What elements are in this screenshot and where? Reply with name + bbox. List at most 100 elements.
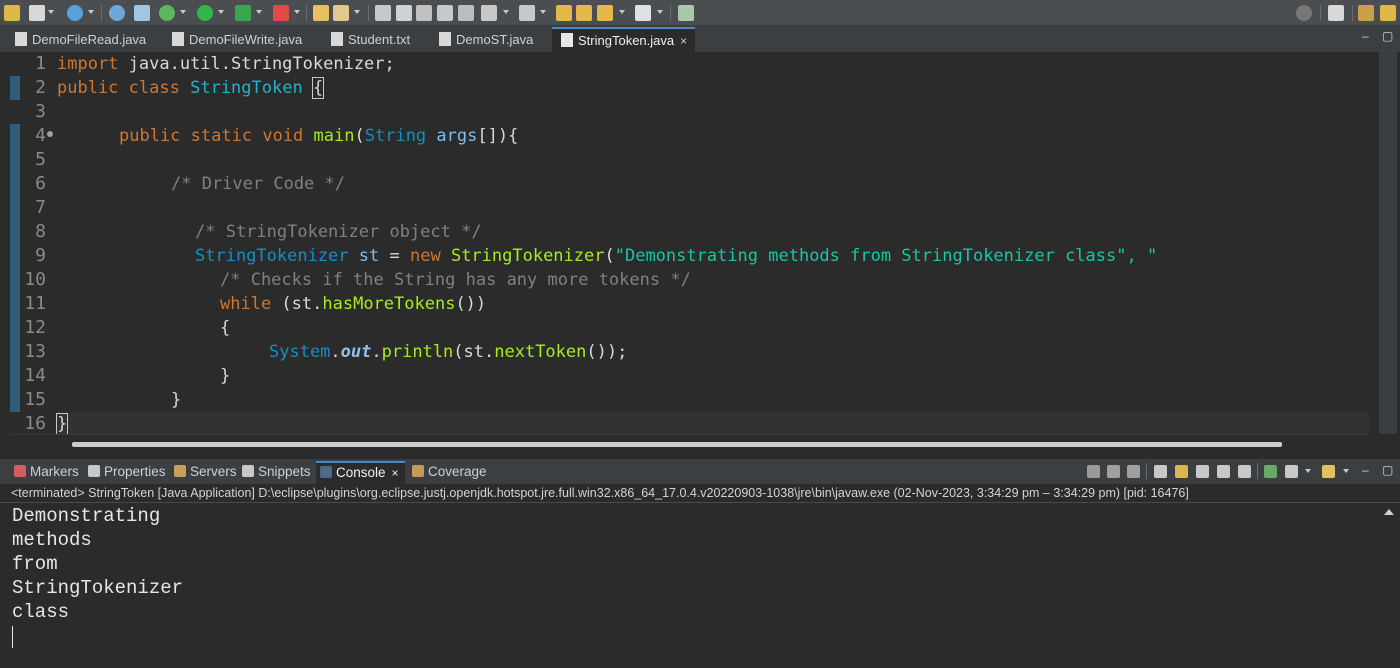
open-perspective-icon[interactable] xyxy=(1328,5,1344,21)
run-config-icon[interactable] xyxy=(235,5,251,21)
pin-console-icon[interactable] xyxy=(1264,465,1277,478)
close-icon[interactable]: × xyxy=(392,466,399,480)
debug-icon[interactable] xyxy=(67,5,83,21)
code-line-4[interactable]: public static void main(String args[]){ xyxy=(57,124,1369,148)
overview-ruler[interactable] xyxy=(1369,52,1400,434)
code-line-13[interactable]: System.out.println(st.nextToken()); xyxy=(57,340,1369,364)
chevron-down-icon[interactable] xyxy=(540,10,546,14)
show-whitespace-icon[interactable] xyxy=(458,5,474,21)
forward-arrow-icon[interactable] xyxy=(635,5,651,21)
debug-run-icon[interactable] xyxy=(159,5,175,21)
console-scrollbar[interactable] xyxy=(1378,503,1400,668)
code-comment: /* Checks if the String has any more tok… xyxy=(220,270,691,290)
tab-demost[interactable]: DemoST.java xyxy=(439,27,533,52)
prev-annotation-icon[interactable] xyxy=(519,5,535,21)
scroll-up-icon[interactable] xyxy=(1384,509,1394,515)
java-ee-perspective-icon[interactable] xyxy=(1358,5,1374,21)
chevron-down-icon[interactable] xyxy=(88,10,94,14)
code-line-14[interactable]: } xyxy=(57,364,1369,388)
pin-editor-icon[interactable] xyxy=(678,5,694,21)
remove-launch-icon[interactable] xyxy=(1107,465,1120,478)
back-arrow-icon[interactable] xyxy=(597,5,613,21)
vertical-scrollbar[interactable] xyxy=(1379,52,1397,434)
new-file-icon[interactable] xyxy=(29,5,45,21)
terminate-icon[interactable] xyxy=(1087,465,1100,478)
line-number: 4 xyxy=(35,125,46,146)
word-wrap-icon[interactable] xyxy=(1196,465,1209,478)
toggle-block-icon[interactable] xyxy=(416,5,432,21)
mark-occurrences-icon[interactable] xyxy=(437,5,453,21)
clear-console-icon[interactable] xyxy=(1154,465,1167,478)
chevron-down-icon[interactable] xyxy=(48,10,54,14)
tab-properties[interactable]: Properties xyxy=(88,461,166,484)
coverage-run-icon[interactable] xyxy=(109,5,125,21)
comment-icon[interactable] xyxy=(375,5,391,21)
maximize-icon[interactable]: ▢ xyxy=(1382,30,1393,42)
new-wizard-icon[interactable] xyxy=(4,5,20,21)
chevron-down-icon[interactable] xyxy=(1343,469,1349,473)
tab-coverage[interactable]: Coverage xyxy=(412,461,487,484)
highlight-icon[interactable] xyxy=(396,5,412,21)
chevron-down-icon[interactable] xyxy=(657,10,663,14)
scroll-lock-icon[interactable] xyxy=(1175,465,1188,478)
class-name: StringToken xyxy=(190,78,303,98)
code-line-15[interactable]: } xyxy=(57,388,1369,412)
code-line-11[interactable]: while (st.hasMoreTokens()) xyxy=(57,292,1369,316)
chevron-down-icon[interactable] xyxy=(503,10,509,14)
close-icon[interactable]: × xyxy=(680,34,687,48)
tab-demofilewrite[interactable]: DemoFileWrite.java xyxy=(172,27,302,52)
code-line-9[interactable]: StringTokenizer st = new StringTokenizer… xyxy=(57,244,1369,268)
last-edit-icon[interactable] xyxy=(556,5,572,21)
tab-console[interactable]: Console × xyxy=(316,461,405,484)
external-tools-icon[interactable] xyxy=(273,5,289,21)
show-on-output-icon[interactable] xyxy=(1217,465,1230,478)
code-line-1[interactable]: import java.util.StringTokenizer; xyxy=(57,52,1369,76)
code-text: ()) xyxy=(455,294,487,314)
chevron-down-icon[interactable] xyxy=(294,10,300,14)
code-line-6[interactable]: /* Driver Code */ xyxy=(57,172,1369,196)
open-console-icon[interactable] xyxy=(1322,465,1335,478)
java-perspective-icon[interactable] xyxy=(1380,5,1396,21)
search-tool-icon[interactable] xyxy=(134,5,150,21)
search-icon[interactable] xyxy=(1296,5,1312,21)
chevron-down-icon[interactable] xyxy=(1305,469,1311,473)
chevron-down-icon[interactable] xyxy=(256,10,262,14)
code-text: java.util.StringTokenizer; xyxy=(118,54,395,74)
method-name: println xyxy=(381,342,454,362)
forward-edit-icon[interactable] xyxy=(576,5,592,21)
next-annotation-icon[interactable] xyxy=(481,5,497,21)
maximize-icon[interactable]: ▢ xyxy=(1382,464,1393,476)
pen-icon[interactable] xyxy=(333,5,349,21)
line-number: 1 xyxy=(35,53,46,74)
chevron-down-icon[interactable] xyxy=(180,10,186,14)
code-line-12[interactable]: { xyxy=(57,316,1369,340)
scrollbar-thumb[interactable] xyxy=(72,442,1282,447)
code-line-2[interactable]: public class StringToken { xyxy=(57,76,1369,100)
minimize-icon[interactable]: – xyxy=(1362,30,1369,42)
horizontal-scrollbar[interactable] xyxy=(10,434,1369,452)
open-folder-icon[interactable] xyxy=(313,5,329,21)
code-line-8[interactable]: /* StringTokenizer object */ xyxy=(57,220,1369,244)
code-line-16[interactable]: } xyxy=(55,412,1369,434)
minimize-icon[interactable]: – xyxy=(1362,464,1369,476)
tab-student-txt[interactable]: Student.txt xyxy=(331,27,410,52)
chevron-down-icon[interactable] xyxy=(354,10,360,14)
tab-servers[interactable]: Servers xyxy=(174,461,237,484)
run-icon[interactable] xyxy=(197,5,213,21)
tab-snippets[interactable]: Snippets xyxy=(242,461,311,484)
fold-marker-icon[interactable] xyxy=(47,131,53,137)
code-text: = xyxy=(379,246,410,266)
line-number: 6 xyxy=(35,173,46,194)
tab-stringtoken[interactable]: StringToken.java × xyxy=(552,27,696,52)
display-console-icon[interactable] xyxy=(1285,465,1298,478)
console-output[interactable]: Demonstrating methods from StringTokeniz… xyxy=(0,503,1378,668)
code-line-10[interactable]: /* Checks if the String has any more tok… xyxy=(57,268,1369,292)
show-on-error-icon[interactable] xyxy=(1238,465,1251,478)
tab-markers[interactable]: Markers xyxy=(14,461,79,484)
constructor-name: StringTokenizer xyxy=(450,246,605,266)
tab-demofileread[interactable]: DemoFileRead.java xyxy=(15,27,146,52)
code-editor[interactable]: 1 2 3 4 5 6 7 8 9 10 11 12 13 14 15 16 i… xyxy=(10,52,1369,434)
chevron-down-icon[interactable] xyxy=(619,10,625,14)
remove-all-icon[interactable] xyxy=(1127,465,1140,478)
chevron-down-icon[interactable] xyxy=(218,10,224,14)
